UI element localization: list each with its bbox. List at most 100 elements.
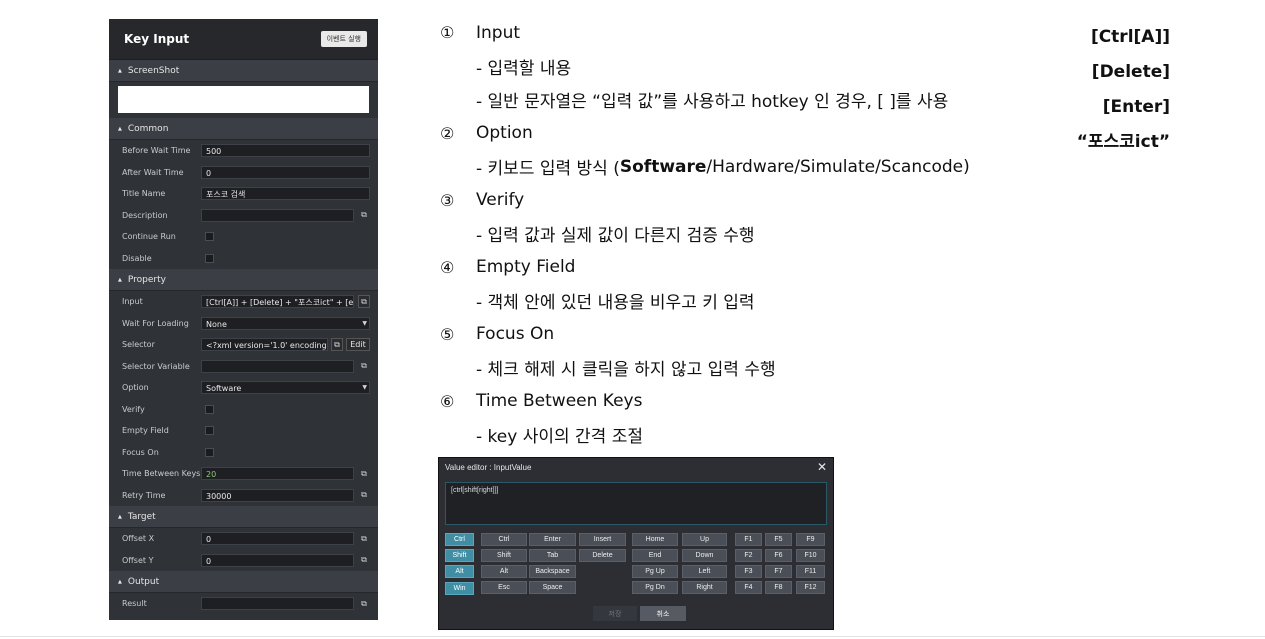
modifier-alt-button[interactable]: Alt	[445, 565, 474, 578]
key-button-pg-up[interactable]: Pg Up	[632, 565, 678, 578]
focus-on-checkbox[interactable]	[205, 447, 214, 457]
key-button-up[interactable]: Up	[682, 533, 727, 546]
offset-x-input[interactable]: 0	[201, 532, 354, 546]
item-sub: - 입력할 내용	[476, 58, 572, 79]
row-option: Option Software ▼	[109, 377, 378, 399]
field-label: Empty Field	[122, 426, 169, 436]
key-button-f3[interactable]: F3	[735, 565, 762, 578]
key-button-f7[interactable]: F7	[765, 565, 792, 578]
wait-for-loading-select[interactable]: None	[201, 316, 370, 330]
key-button-right[interactable]: Right	[682, 581, 727, 594]
offset-y-input[interactable]: 0	[201, 553, 354, 567]
open-editor-icon[interactable]: ⧉	[331, 338, 343, 352]
field-label: Result	[122, 599, 147, 609]
modifier-shift-button[interactable]: Shift	[445, 549, 474, 562]
item-number: ④	[440, 257, 455, 277]
selector-edit-button[interactable]: Edit	[346, 338, 370, 352]
time-between-keys-input[interactable]: 20	[201, 467, 354, 481]
key-button-pg-dn[interactable]: Pg Dn	[632, 581, 678, 594]
key-button-space[interactable]: Space	[529, 581, 576, 594]
key-button-f11[interactable]: F11	[796, 565, 825, 578]
item-number: ②	[440, 123, 455, 143]
row-before-wait-time: Before Wait Time 500	[109, 140, 378, 162]
item-sub-prefix: - 키보드 입력 방식 (	[476, 159, 620, 180]
option-select[interactable]: Software	[201, 381, 370, 395]
key-button-f8[interactable]: F8	[765, 581, 792, 594]
cancel-button[interactable]: 취소	[640, 606, 686, 621]
close-icon[interactable]: ✕	[817, 460, 827, 474]
collapse-icon: ▲	[118, 67, 122, 74]
item-number: ③	[440, 190, 455, 210]
section-common[interactable]: ▲ Common	[109, 118, 378, 140]
key-button-end[interactable]: End	[632, 549, 678, 562]
key-button-f2[interactable]: F2	[735, 549, 762, 562]
key-button-f5[interactable]: F5	[765, 533, 792, 546]
open-editor-icon[interactable]: ⧉	[358, 209, 370, 221]
key-button-left[interactable]: Left	[682, 565, 727, 578]
row-input: Input [Ctrl[A]] + [Delete] + "포스코ict" + …	[109, 291, 378, 313]
modifier-ctrl-button[interactable]: Ctrl	[445, 533, 474, 546]
key-button-f1[interactable]: F1	[735, 533, 762, 546]
empty-field-checkbox[interactable]	[205, 426, 214, 436]
item-title: ⑤ Focus On	[440, 318, 1060, 352]
open-editor-icon[interactable]: ⧉	[358, 360, 370, 372]
key-button-delete[interactable]: Delete	[579, 549, 626, 562]
result-input[interactable]	[201, 597, 354, 611]
key-button-home[interactable]: Home	[632, 533, 678, 546]
section-screenshot[interactable]: ▲ ScreenShot	[109, 60, 378, 82]
chevron-down-icon[interactable]: ▼	[362, 320, 367, 327]
row-wait-for-loading: Wait For Loading None ▼	[109, 313, 378, 335]
key-button-enter[interactable]: Enter	[529, 533, 576, 546]
chevron-down-icon[interactable]: ▼	[362, 384, 367, 391]
open-editor-icon[interactable]: ⧉	[358, 598, 370, 610]
continue-run-checkbox[interactable]	[205, 232, 214, 242]
modifier-win-button[interactable]: Win	[445, 582, 474, 595]
item-title-text: Time Between Keys	[476, 391, 643, 412]
item-title-text: Verify	[476, 190, 525, 211]
open-editor-icon[interactable]: ⧉	[358, 295, 370, 309]
field-label: Selector	[122, 340, 155, 350]
key-button-insert[interactable]: Insert	[579, 533, 626, 546]
dialog-titlebar: Value editor : InputValue ✕	[439, 458, 833, 476]
after-wait-time-input[interactable]: 0	[201, 165, 370, 179]
row-title-name: Title Name 포스코 검색	[109, 183, 378, 205]
selector-variable-input[interactable]	[201, 359, 354, 373]
key-button-alt[interactable]: Alt	[481, 565, 527, 578]
retry-time-input[interactable]: 30000	[201, 488, 354, 502]
item-sub: - 객체 안에 있던 내용을 비우고 키 입력	[476, 293, 755, 314]
before-wait-time-input[interactable]: 500	[201, 144, 370, 158]
input-value-field[interactable]: [Ctrl[A]] + [Delete] + "포스코ict" + [enter…	[201, 295, 354, 309]
key-button-f6[interactable]: F6	[765, 549, 792, 562]
key-button-f10[interactable]: F10	[796, 549, 825, 562]
run-event-button[interactable]: 이벤트 실행	[320, 31, 367, 47]
row-focus-on: Focus On	[109, 442, 378, 464]
key-button-esc[interactable]: Esc	[481, 581, 527, 594]
open-editor-icon[interactable]: ⧉	[358, 554, 370, 566]
section-property[interactable]: ▲ Property	[109, 269, 378, 291]
verify-checkbox[interactable]	[205, 404, 214, 414]
open-editor-icon[interactable]: ⧉	[358, 468, 370, 480]
key-button-shift[interactable]: Shift	[481, 549, 527, 562]
description-input[interactable]	[201, 208, 354, 222]
section-output[interactable]: ▲ Output	[109, 571, 378, 593]
key-button-down[interactable]: Down	[682, 549, 727, 562]
open-editor-icon[interactable]: ⧉	[358, 489, 370, 501]
row-offset-y: Offset Y 0 ⧉	[109, 550, 378, 572]
key-button-tab[interactable]: Tab	[529, 549, 576, 562]
key-button-f9[interactable]: F9	[796, 533, 825, 546]
section-label: Property	[127, 274, 166, 285]
key-button-f12[interactable]: F12	[796, 581, 825, 594]
open-editor-icon[interactable]: ⧉	[358, 533, 370, 545]
key-button-ctrl[interactable]: Ctrl	[481, 533, 527, 546]
key-button-f4[interactable]: F4	[735, 581, 762, 594]
page-bottom-divider	[0, 636, 1265, 637]
section-target[interactable]: ▲ Target	[109, 506, 378, 528]
item-sub: - 일반 문자열은 “입력 값”를 사용하고 hotkey 인 경우, [ ]를…	[476, 92, 949, 113]
disable-checkbox[interactable]	[205, 253, 214, 263]
key-button-backspace[interactable]: Backspace	[529, 565, 576, 578]
row-description: Description ⧉	[109, 205, 378, 227]
save-button[interactable]: 저장	[593, 606, 637, 621]
selector-input[interactable]: <?xml version='1.0' encoding='ut	[201, 338, 328, 352]
value-editor-textarea[interactable]: [ctrl[shift[right]]]	[445, 482, 827, 525]
title-name-input[interactable]: 포스코 검색	[201, 187, 370, 201]
